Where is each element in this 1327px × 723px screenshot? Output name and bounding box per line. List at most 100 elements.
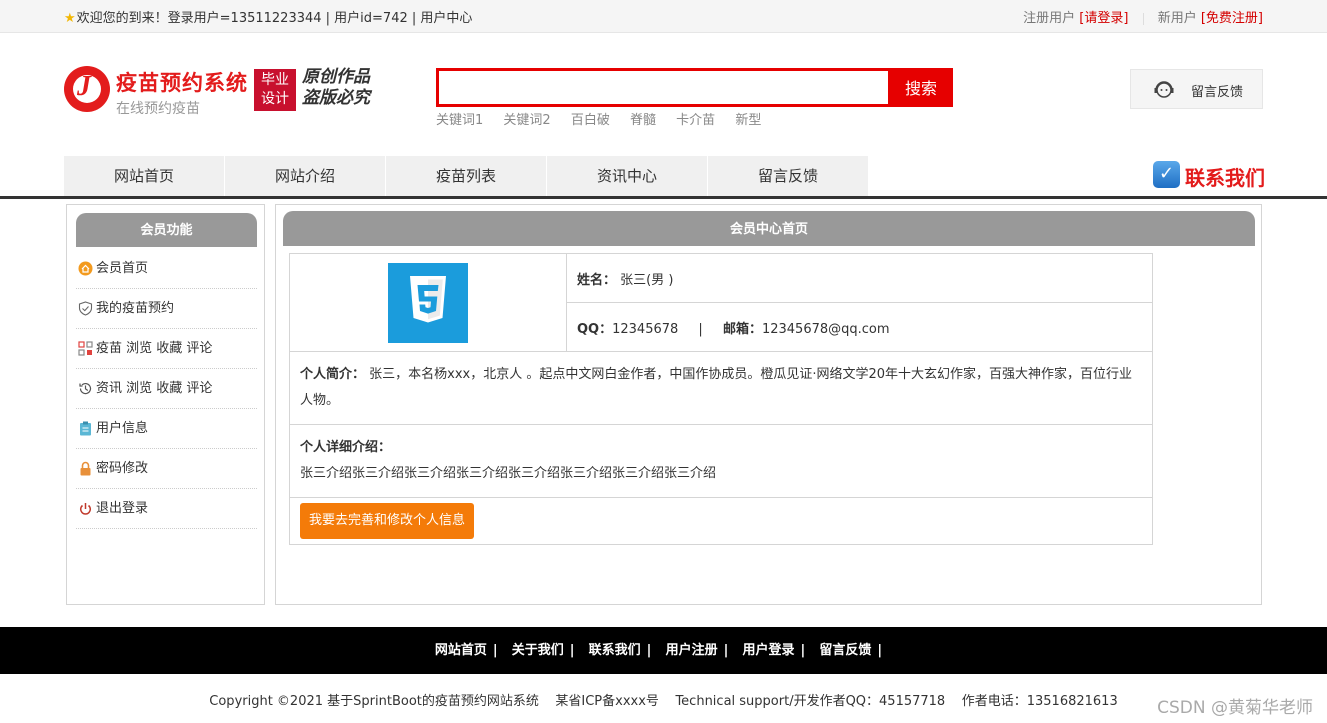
search-input[interactable] xyxy=(436,68,891,107)
contact-label: 联系我们 xyxy=(1185,166,1265,190)
logo-badge: 毕业 设计 xyxy=(254,69,296,111)
grid-icon xyxy=(78,341,93,356)
nav-item-about[interactable]: 网站介绍 xyxy=(225,156,385,196)
keyword-link[interactable]: 脊髓 xyxy=(630,113,656,128)
footer-divider: | xyxy=(877,643,883,658)
intro-text: 张三，本名杨xxx，北京人 。起点中文网白金作者，中国作协成员。橙瓜见证·网络文… xyxy=(300,367,1133,408)
hot-keywords: 关键词1 关键词2 百白破 脊髓 卡介苗 新型 xyxy=(436,109,777,128)
badge-line1: 毕业 xyxy=(261,72,289,88)
sidebar-item-member-home[interactable]: 会员首页 xyxy=(76,249,257,289)
register-link[interactable]: [免费注册] xyxy=(1201,11,1263,26)
main-nav: 网站首页 网站介绍 疫苗列表 资讯中心 留言反馈 xyxy=(64,156,869,196)
name-value: 张三(男 ) xyxy=(620,272,674,288)
site-logo[interactable]: J 疫苗预约系统 在线预约疫苗 毕业 设计 原创作品 盗版必究 xyxy=(64,66,384,122)
sidebar-item-label: 会员首页 xyxy=(96,261,149,276)
logo-mark-icon: J xyxy=(64,66,110,112)
footer-divider: | xyxy=(723,643,729,658)
email-value: 12345678@qq.com xyxy=(761,321,890,337)
welcome-text[interactable]: 欢迎您的到来！登录用户=13511223344 | 用户id=742 | 用户中… xyxy=(77,11,473,26)
shield-icon xyxy=(78,301,93,316)
copyright-text: Copyright ©2021 基于SprintBoot的疫苗预约网站系统 某省… xyxy=(209,694,1118,709)
contact-cell: QQ：12345678 | 邮箱：12345678@qq.com xyxy=(566,302,1153,352)
logo-title: 疫苗预约系统 xyxy=(116,71,248,95)
footer-link-contact[interactable]: 联系我们 xyxy=(589,643,641,658)
sidebar-item-label: 疫苗 浏览 收藏 评论 xyxy=(96,341,213,356)
star-icon: ★ xyxy=(64,11,76,26)
logo-slogan: 原创作品 盗版必究 xyxy=(302,67,382,109)
footer-link-login[interactable]: 用户登录 xyxy=(742,643,794,658)
home-orange-icon xyxy=(78,261,93,276)
sidebar-item-label: 用户信息 xyxy=(96,421,149,436)
detail-label: 个人详细介绍： xyxy=(300,440,392,455)
intro-label: 个人简介： xyxy=(300,367,366,382)
footer-nav: 网站首页 | 关于我们 | 联系我们 | 用户注册 | 用户登录 | 留言反馈 | xyxy=(0,627,1327,674)
member-center-panel: 会员中心首页 姓名： 张三(男 ) QQ：12345678 | 邮箱：12345… xyxy=(275,204,1262,605)
search-bar: 搜索 xyxy=(436,68,953,107)
sidebar-item-change-password[interactable]: 密码修改 xyxy=(76,449,257,489)
clipboard-icon xyxy=(80,421,91,436)
history-icon xyxy=(79,382,92,395)
footer-divider: | xyxy=(492,643,498,658)
sidebar-menu: 会员首页 我的疫苗预约 疫苗 浏览 收藏 评论 资讯 浏览 收藏 评论 用户信息… xyxy=(76,249,257,529)
profile-table: 姓名： 张三(男 ) QQ：12345678 | 邮箱：12345678@qq.… xyxy=(289,253,1153,545)
sidebar-item-label: 退出登录 xyxy=(96,501,149,516)
footer-divider: | xyxy=(800,643,806,658)
sidebar-item-news-activity[interactable]: 资讯 浏览 收藏 评论 xyxy=(76,369,257,409)
welcome-message: ★欢迎您的到来！登录用户=13511223344 | 用户id=742 | 用户… xyxy=(64,7,472,26)
qq-label: QQ： xyxy=(577,321,613,337)
footer-link-about[interactable]: 关于我们 xyxy=(512,643,564,658)
sidebar-item-label: 我的疫苗预约 xyxy=(96,301,175,316)
edit-profile-button[interactable]: 我要去完善和修改个人信息 xyxy=(300,503,475,539)
keyword-link[interactable]: 百白破 xyxy=(571,113,610,128)
phone-check-icon: ✓ xyxy=(1153,161,1180,188)
footer-divider: | xyxy=(569,643,575,658)
nav-divider xyxy=(0,196,1327,199)
footer-divider: | xyxy=(646,643,652,658)
avatar-cell xyxy=(289,253,567,352)
keyword-link[interactable]: 卡介苗 xyxy=(676,113,715,128)
panel-title: 会员中心首页 xyxy=(283,211,1255,246)
css3-logo-icon xyxy=(410,275,446,322)
detail-text: 张三介绍张三介绍张三介绍张三介绍张三介绍张三介绍张三介绍张三介绍 xyxy=(300,466,717,481)
action-cell: 我要去完善和修改个人信息 xyxy=(289,497,1153,545)
sidebar-item-vaccine-activity[interactable]: 疫苗 浏览 收藏 评论 xyxy=(76,329,257,369)
feedback-button[interactable]: 留言反馈 xyxy=(1130,69,1263,109)
sidebar-item-label: 密码修改 xyxy=(96,461,149,476)
avatar xyxy=(388,262,468,343)
sidebar-item-label: 资讯 浏览 收藏 评论 xyxy=(96,381,213,396)
sidebar-item-my-appointments[interactable]: 我的疫苗预约 xyxy=(76,289,257,329)
footer-link-home[interactable]: 网站首页 xyxy=(435,643,487,658)
feedback-label: 留言反馈 xyxy=(1191,85,1244,100)
login-link[interactable]: [请登录] xyxy=(1079,11,1128,26)
nav-item-home[interactable]: 网站首页 xyxy=(64,156,224,196)
sidebar-item-logout[interactable]: 退出登录 xyxy=(76,489,257,529)
top-bar: ★欢迎您的到来！登录用户=13511223344 | 用户id=742 | 用户… xyxy=(0,0,1327,33)
intro-cell: 个人简介： 张三，本名杨xxx，北京人 。起点中文网白金作者，中国作协成员。橙瓜… xyxy=(289,351,1153,425)
nav-item-news[interactable]: 资讯中心 xyxy=(547,156,707,196)
power-icon xyxy=(79,503,92,515)
keyword-link[interactable]: 新型 xyxy=(735,113,761,128)
slogan-line2: 盗版必究 xyxy=(302,88,370,108)
slogan-line1: 原创作品 xyxy=(302,67,370,87)
member-sidebar: 会员功能 会员首页 我的疫苗预约 疫苗 浏览 收藏 评论 资讯 浏览 收藏 评论… xyxy=(66,204,265,605)
name-label: 姓名： xyxy=(577,272,617,288)
search-button[interactable]: 搜索 xyxy=(889,68,953,107)
footer-link-feedback[interactable]: 留言反馈 xyxy=(819,643,871,658)
nav-item-vaccines[interactable]: 疫苗列表 xyxy=(386,156,546,196)
contact-divider: | xyxy=(698,321,703,337)
lock-icon xyxy=(80,461,91,476)
name-cell: 姓名： 张三(男 ) xyxy=(566,253,1153,303)
footer-link-register[interactable]: 用户注册 xyxy=(666,643,718,658)
nav-item-feedback[interactable]: 留言反馈 xyxy=(708,156,868,196)
watermark: CSDN @黄菊华老师 xyxy=(1157,698,1313,718)
qq-value: 12345678 xyxy=(612,321,679,337)
keyword-link[interactable]: 关键词2 xyxy=(503,113,550,128)
auth-links: 注册用户 [请登录] 新用户 [免费注册] xyxy=(1023,7,1263,26)
sidebar-item-user-info[interactable]: 用户信息 xyxy=(76,409,257,449)
divider xyxy=(1142,12,1144,25)
keyword-link[interactable]: 关键词1 xyxy=(436,113,483,128)
login-prefix: 注册用户 xyxy=(1023,11,1076,26)
register-prefix: 新用户 xyxy=(1157,11,1197,26)
sidebar-title: 会员功能 xyxy=(76,213,257,247)
detail-cell: 个人详细介绍： 张三介绍张三介绍张三介绍张三介绍张三介绍张三介绍张三介绍张三介绍 xyxy=(289,424,1153,498)
